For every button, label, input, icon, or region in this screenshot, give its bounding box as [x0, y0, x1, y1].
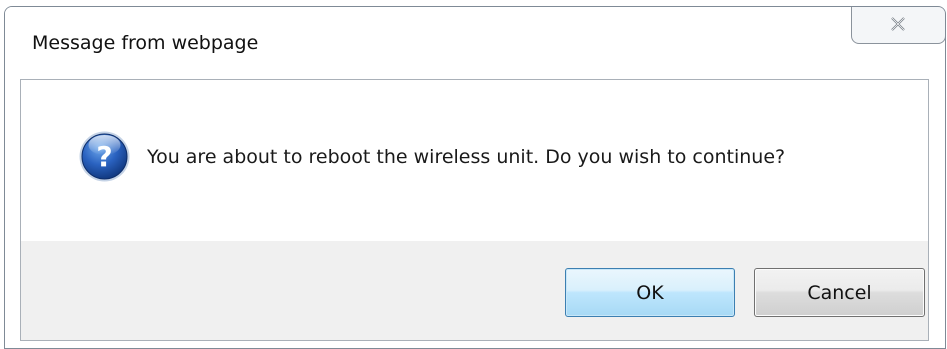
button-bar: OK Cancel [21, 241, 928, 340]
svg-text:?: ? [96, 140, 112, 173]
dialog-content: ? You are about to reboot the wireless u… [20, 79, 929, 341]
message-dialog: Message from webpage ? You are about to … [4, 6, 946, 349]
ok-button[interactable]: OK [565, 268, 735, 317]
dialog-title: Message from webpage [32, 32, 259, 54]
message-area: ? You are about to reboot the wireless u… [21, 80, 928, 241]
close-button[interactable] [851, 7, 945, 44]
frame-left [5, 79, 20, 341]
question-icon: ? [79, 131, 130, 182]
close-icon [891, 17, 905, 31]
frame-right [930, 79, 945, 341]
dialog-message: You are about to reboot the wireless uni… [147, 146, 786, 168]
cancel-button[interactable]: Cancel [754, 268, 925, 317]
dialog-titlebar[interactable]: Message from webpage [5, 7, 945, 79]
